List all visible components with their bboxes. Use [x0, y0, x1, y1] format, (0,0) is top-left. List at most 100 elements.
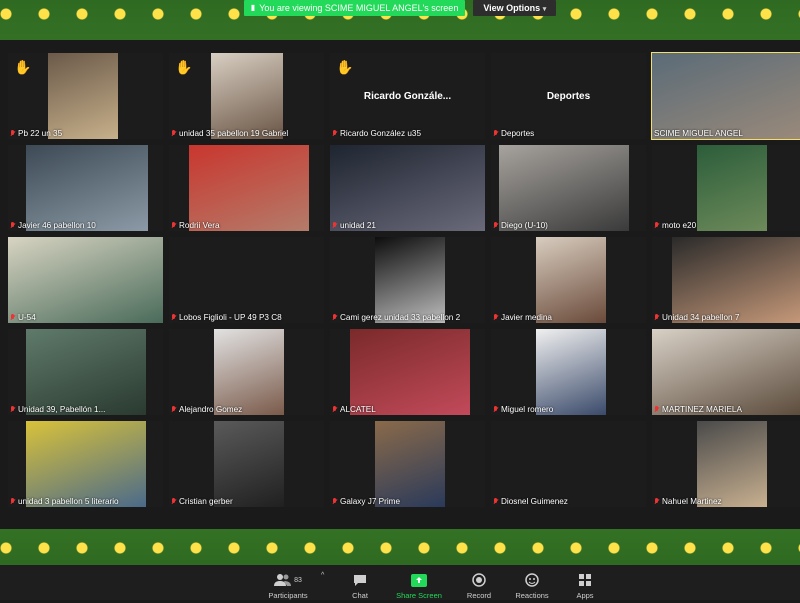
participant-name: unidad 35 pabellon 19 Gabriel	[179, 129, 289, 138]
participant-name: Javier 46 pabellon 10	[18, 221, 96, 230]
participants-button[interactable]: 83 Participants	[266, 565, 310, 603]
chat-label: Chat	[352, 591, 368, 600]
participant-tile[interactable]: Alejandro Gomez	[169, 329, 324, 415]
participant-tile[interactable]: Unidad 39, Pabellón 1...	[8, 329, 163, 415]
participant-tile[interactable]: Rodrii Vera	[169, 145, 324, 231]
reactions-label: Reactions	[515, 591, 549, 600]
participant-name: Javier medina	[501, 313, 552, 322]
participant-tile[interactable]: Diosnel Guimenez	[491, 421, 646, 507]
participant-tile[interactable]: ALCATEL	[330, 329, 485, 415]
muted-mic-icon	[171, 498, 177, 505]
participant-name-label: ALCATEL	[332, 405, 376, 414]
participant-name-label: Galaxy J7 Prime	[332, 497, 400, 506]
participants-count: 83	[294, 576, 302, 584]
participant-name-label: Unidad 34 pabellon 7	[654, 313, 739, 322]
participant-video	[536, 329, 606, 415]
participant-tile[interactable]: Nahuel Martinez	[652, 421, 800, 507]
participant-video	[211, 53, 283, 139]
participant-tile[interactable]: Diego (U-10)	[491, 145, 646, 231]
participant-tile[interactable]: Javier 46 pabellon 10	[8, 145, 163, 231]
shared-screen-decor-bottom	[0, 538, 800, 558]
participant-tile[interactable]: Galaxy J7 Prime	[330, 421, 485, 507]
participant-video	[26, 145, 148, 231]
participant-name-label: Javier medina	[493, 313, 552, 322]
participant-tile[interactable]: Cami gerez unidad 33 pabellon 2	[330, 237, 485, 323]
participants-label: Participants	[268, 591, 308, 600]
participant-name: Rodrii Vera	[179, 221, 220, 230]
participant-video	[214, 329, 284, 415]
muted-mic-icon	[10, 498, 16, 505]
participant-name: U-54	[18, 313, 36, 322]
participant-name-label: unidad 3 pabellon 5 literario	[10, 497, 119, 506]
participant-video	[350, 329, 470, 415]
reactions-button[interactable]: Reactions	[510, 565, 554, 603]
participant-name: Lobos Figlioli - UP 49 P3 C8	[179, 313, 282, 322]
raised-hand-icon: ✋	[336, 59, 354, 75]
apps-button[interactable]: Apps	[568, 565, 602, 603]
participant-name-label: SCIME MIGUEL ANGEL	[654, 129, 743, 138]
participant-name-label: Deportes	[493, 129, 534, 138]
participant-name: Nahuel Martinez	[662, 497, 722, 506]
participant-name-label: Cami gerez unidad 33 pabellon 2	[332, 313, 460, 322]
muted-mic-icon	[10, 314, 16, 321]
participant-name-label: Diego (U-10)	[493, 221, 548, 230]
participant-video	[8, 237, 163, 323]
muted-mic-icon	[171, 314, 177, 321]
chat-icon	[354, 574, 366, 586]
muted-mic-icon	[10, 222, 16, 229]
participant-name-label: U-54	[10, 313, 36, 322]
participant-video	[214, 421, 284, 507]
participant-tile[interactable]: ✋ Ricardo Gonzále... Ricardo González u35	[330, 53, 485, 139]
participant-tile[interactable]: Unidad 34 pabellon 7	[652, 237, 800, 323]
muted-mic-icon	[493, 222, 499, 229]
participant-video	[26, 421, 146, 507]
share-screen-button[interactable]: Share Screen	[392, 565, 446, 603]
participant-display-name: Deportes	[546, 91, 591, 102]
participant-display-name: Ricardo Gonzále...	[363, 91, 452, 102]
participant-name-label: unidad 21	[332, 221, 376, 230]
participant-video	[330, 145, 485, 231]
muted-mic-icon	[332, 498, 338, 505]
participant-tile[interactable]: Cristian gerber	[169, 421, 324, 507]
muted-mic-icon	[171, 222, 177, 229]
raised-hand-icon: ✋	[14, 59, 32, 75]
view-options-label: View Options	[483, 3, 541, 13]
participant-tile[interactable]: moto e20	[652, 145, 800, 231]
chat-button[interactable]: Chat	[340, 565, 380, 603]
participant-name: Deportes	[501, 129, 535, 138]
participant-tile[interactable]: U-54	[8, 237, 163, 323]
participant-video	[48, 53, 118, 139]
participant-tile[interactable]: SCIME MIGUEL ANGEL	[651, 52, 800, 140]
participant-name-label: Rodrii Vera	[171, 221, 220, 230]
participant-tile[interactable]: Miguel romero	[491, 329, 646, 415]
viewing-banner: ▮ You are viewing SCIME MIGUEL ANGEL's s…	[243, 0, 466, 16]
participant-tile[interactable]: unidad 3 pabellon 5 literario	[8, 421, 163, 507]
participant-name-label: Miguel romero	[493, 405, 553, 414]
muted-mic-icon	[10, 130, 16, 137]
view-options-button[interactable]: View Options ▾	[473, 0, 557, 16]
participant-tile[interactable]: MARTINEZ MARIELA	[652, 329, 800, 415]
record-label: Record	[466, 591, 492, 600]
participant-tile[interactable]: Javier medina	[491, 237, 646, 323]
participant-tile[interactable]: ✋ unidad 35 pabellon 19 Gabriel	[169, 53, 324, 139]
share-screen-icon	[411, 573, 427, 587]
share-screen-icon: ▮	[250, 3, 256, 12]
reactions-icon	[525, 573, 539, 587]
participant-name-label: moto e20	[654, 221, 696, 230]
muted-mic-icon	[654, 406, 660, 413]
participant-video	[697, 145, 767, 231]
participant-video	[652, 53, 800, 139]
participants-caret-icon[interactable]: ^	[321, 572, 324, 579]
muted-mic-icon	[10, 406, 16, 413]
participant-tile[interactable]: unidad 21	[330, 145, 485, 231]
participant-name-label: Nahuel Martinez	[654, 497, 722, 506]
muted-mic-icon	[332, 222, 338, 229]
participant-name: moto e20	[662, 221, 697, 230]
participant-video	[536, 237, 606, 323]
participant-name: Unidad 34 pabellon 7	[662, 313, 740, 322]
participant-tile[interactable]: ✋ Pb 22 un 35	[8, 53, 163, 139]
participant-name-label: Cristian gerber	[171, 497, 233, 506]
participant-tile[interactable]: Deportes Deportes	[491, 53, 646, 139]
participant-tile[interactable]: Lobos Figlioli - UP 49 P3 C8	[169, 237, 324, 323]
record-button[interactable]: Record	[460, 565, 498, 603]
